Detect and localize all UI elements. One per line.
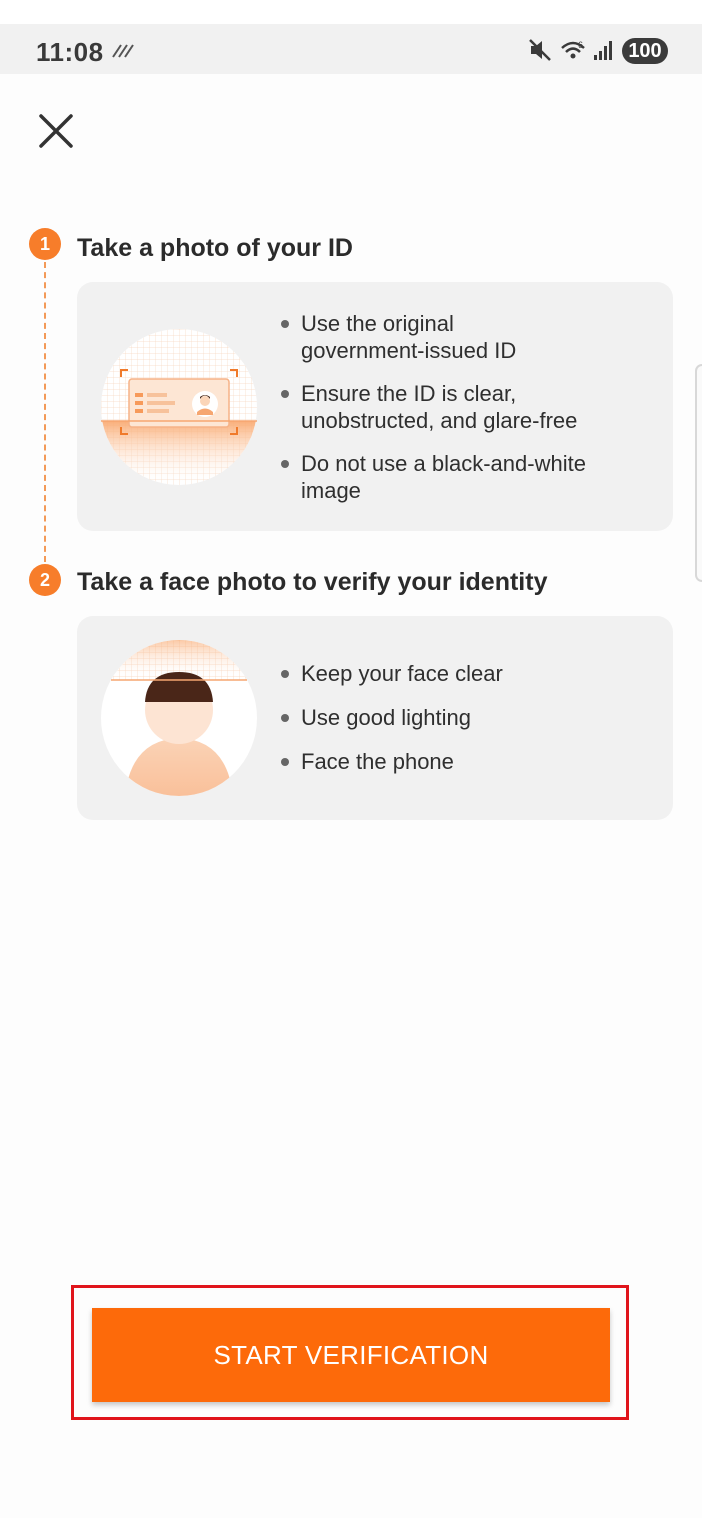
id-card-illustration	[101, 329, 257, 485]
edge-panel-handle[interactable]	[695, 364, 702, 582]
list-item: Keep your face clear	[281, 660, 503, 687]
status-bar: 11:08 6 100	[0, 24, 702, 74]
list-item: Ensure the ID is clear, unobstructed, an…	[281, 380, 611, 434]
face-tips-list: Keep your face clear Use good lighting F…	[281, 660, 503, 792]
start-verification-button[interactable]: START VERIFICATION	[92, 1308, 610, 1402]
list-item: Face the phone	[281, 748, 503, 775]
step-number-1: 1	[29, 228, 61, 260]
status-icons: 6	[529, 39, 612, 61]
id-tips-list: Use the original government-issued ID En…	[281, 310, 621, 520]
close-icon	[39, 114, 73, 148]
face-illustration	[101, 640, 257, 796]
wifi-icon: 6	[561, 40, 585, 59]
close-button[interactable]	[32, 107, 80, 155]
top-strip	[0, 0, 702, 24]
step-connector-line	[44, 262, 46, 562]
mute-icon	[529, 39, 551, 61]
svg-text:6: 6	[578, 40, 583, 50]
id-photo-card: Use the original government-issued ID En…	[77, 282, 673, 531]
step-number-2: 2	[29, 564, 61, 596]
step-1-title: Take a photo of your ID	[77, 234, 353, 262]
list-item: Use good lighting	[281, 704, 503, 731]
battery-icon: 100	[622, 38, 668, 64]
list-item: Do not use a black-and-white image	[281, 450, 621, 504]
face-photo-card: Keep your face clear Use good lighting F…	[77, 616, 673, 820]
step-2-title: Take a face photo to verify your identit…	[77, 568, 548, 596]
list-item: Use the original government-issued ID	[281, 310, 541, 364]
signal-weak-icon	[112, 44, 134, 58]
status-time: 11:08	[36, 37, 104, 67]
cell-signal-icon	[594, 41, 612, 60]
